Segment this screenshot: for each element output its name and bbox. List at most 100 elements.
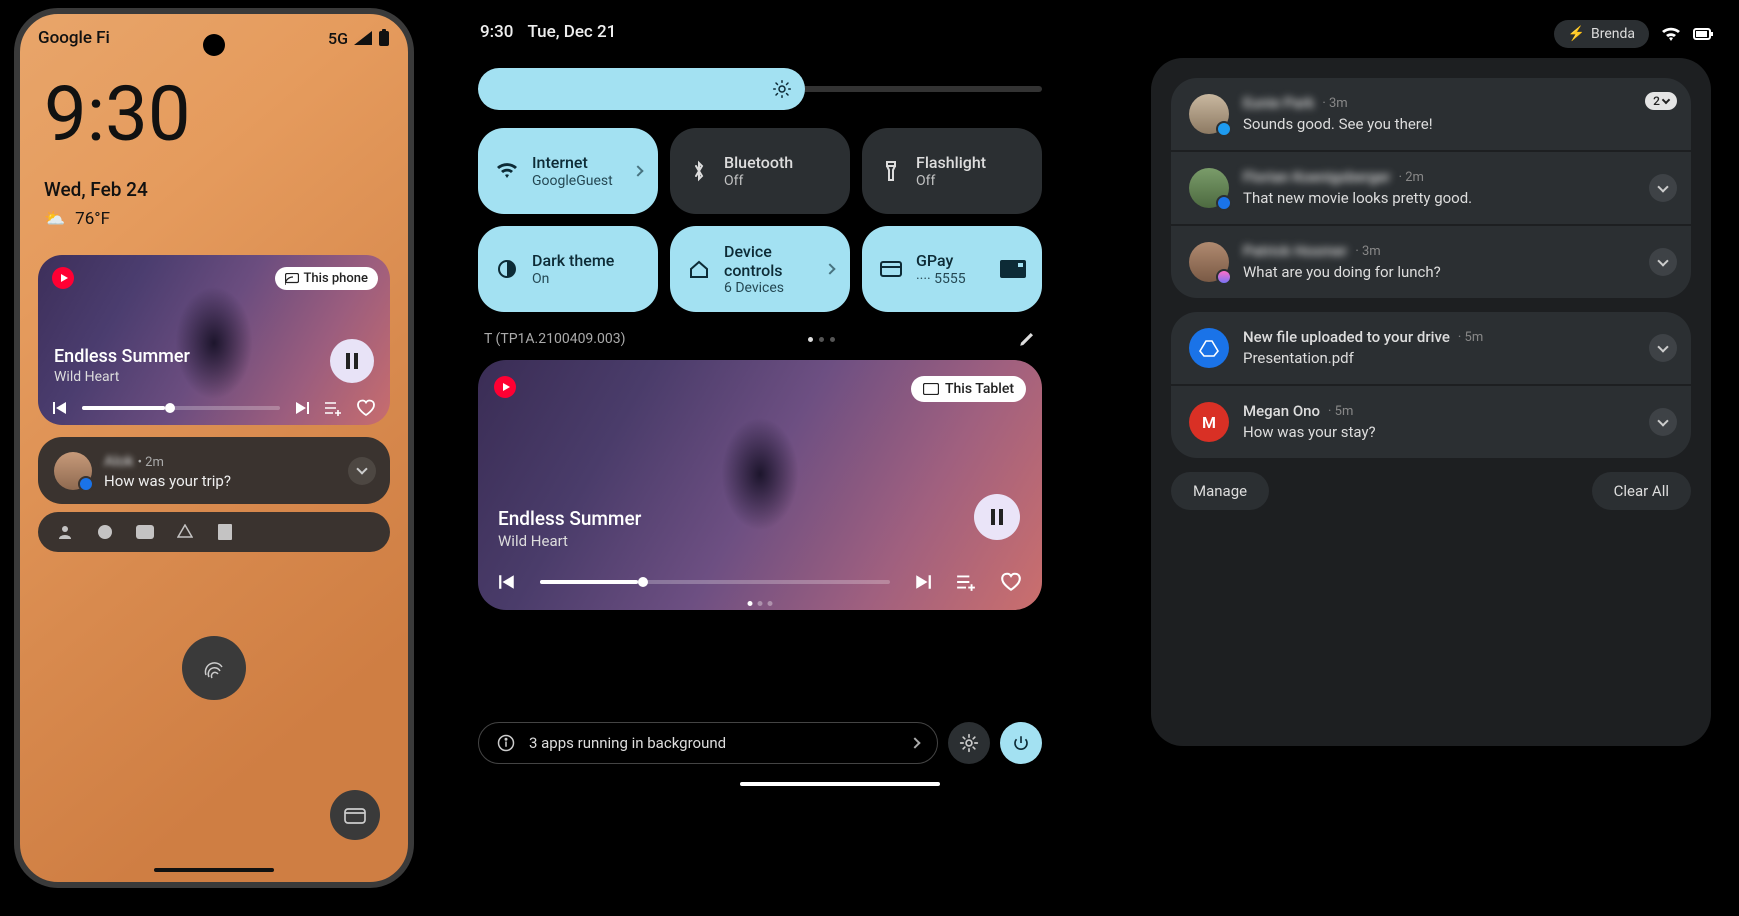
notes-icon	[216, 523, 234, 541]
qs-tile-internet[interactable]: InternetGoogleGuest	[478, 128, 658, 214]
app-badge-icon	[1216, 121, 1232, 137]
pause-button[interactable]	[974, 494, 1020, 540]
queue-add-icon[interactable]	[956, 573, 976, 591]
tile-label: Device controls	[724, 242, 832, 280]
notification-panel: Eunie Park· 3mSounds good. See you there…	[1151, 58, 1711, 746]
expand-button[interactable]	[1649, 334, 1677, 362]
manage-notifications-button[interactable]: Manage	[1171, 472, 1269, 510]
notification-item[interactable]: MMegan Ono· 5mHow was your stay?	[1171, 386, 1691, 458]
power-button[interactable]	[1000, 722, 1042, 764]
notification-time: · 3m	[1355, 244, 1380, 259]
notification-time: · 5m	[1328, 404, 1353, 419]
background-apps-pill[interactable]: 3 apps running in background	[478, 722, 938, 764]
info-icon	[497, 734, 515, 752]
pause-button[interactable]	[330, 339, 374, 383]
punch-hole-camera	[203, 34, 225, 56]
notification-count-pill[interactable]: 2	[1645, 92, 1677, 110]
tile-sublabel: 6 Devices	[724, 280, 832, 296]
home-indicator-tablet[interactable]	[740, 782, 940, 786]
media-title: Endless Summer	[54, 346, 190, 367]
album-art-silhouette	[705, 410, 815, 570]
media-progress-slider[interactable]	[82, 406, 280, 410]
fingerprint-icon	[199, 653, 229, 683]
expand-button[interactable]	[348, 457, 376, 485]
tablet-clock: 9:30	[480, 22, 513, 42]
notification-sender: Florian Koenigsberger	[1243, 168, 1391, 186]
background-apps-label: 3 apps running in background	[529, 734, 726, 752]
gear-icon	[959, 733, 979, 753]
wifi-icon	[1661, 26, 1681, 42]
messages-badge-icon	[78, 476, 94, 492]
notification-message: What are you doing for lunch?	[1243, 263, 1673, 281]
drive-icon	[1189, 328, 1229, 368]
notification-title: New file uploaded to your drive	[1243, 328, 1450, 346]
media-progress-slider[interactable]	[540, 580, 890, 584]
user-name-label: Brenda	[1591, 26, 1635, 42]
card-graphic-icon	[1000, 260, 1026, 278]
wallet-icon	[344, 806, 366, 824]
notification-time: · 5m	[1458, 330, 1483, 345]
lock-clock: 9:30	[20, 48, 408, 152]
phone-notification[interactable]: Alok • 2m How was your trip?	[38, 437, 390, 504]
carrier-label: Google Fi	[38, 28, 110, 48]
signal-icon	[354, 31, 372, 45]
fingerprint-button[interactable]	[182, 636, 246, 700]
user-account-pill[interactable]: ⚡ Brenda	[1554, 20, 1649, 48]
lock-date: Wed, Feb 24	[20, 152, 408, 201]
heart-icon[interactable]	[1000, 572, 1022, 592]
next-track-icon[interactable]	[914, 573, 932, 591]
lock-weather: ⛅ 76°F	[20, 201, 408, 229]
home-icon	[688, 258, 710, 280]
media-card-phone[interactable]: This phone Endless Summer Wild Heart	[38, 255, 390, 425]
clear-all-button[interactable]: Clear All	[1592, 472, 1691, 510]
qs-tile-device-controls[interactable]: Device controls6 Devices	[670, 226, 850, 312]
notification-item[interactable]: New file uploaded to your drive· 5mPrese…	[1171, 312, 1691, 386]
network-label: 5G	[328, 29, 348, 48]
notification-message: How was your trip?	[104, 472, 231, 490]
app-badge-icon	[1216, 195, 1232, 211]
app-badge-icon	[1216, 269, 1232, 285]
notification-avatar	[1189, 94, 1229, 134]
media-card-tablet[interactable]: This Tablet Endless Summer Wild Heart	[478, 360, 1042, 610]
notification-item[interactable]: Eunie Park· 3mSounds good. See you there…	[1171, 78, 1691, 152]
wallet-button[interactable]	[330, 790, 380, 840]
tile-sublabel: ···· 5555	[916, 271, 966, 287]
cast-output-pill[interactable]: This phone	[275, 267, 379, 290]
notification-icons-row	[38, 512, 390, 552]
notification-item[interactable]: Patrick Hosmer· 3mWhat are you doing for…	[1171, 226, 1691, 298]
media-title: Endless Summer	[498, 507, 641, 530]
cast-output-label: This Tablet	[945, 381, 1014, 397]
home-indicator[interactable]	[154, 868, 274, 872]
heart-icon[interactable]	[356, 399, 376, 417]
bluetooth-icon	[688, 160, 710, 182]
qs-tile-bluetooth[interactable]: BluetoothOff	[670, 128, 850, 214]
cast-output-label: This phone	[304, 271, 369, 286]
notification-item[interactable]: Florian Koenigsberger · 2m That new movie …	[1171, 152, 1691, 226]
settings-button[interactable]	[948, 722, 990, 764]
brightness-slider[interactable]	[478, 86, 1042, 92]
youtube-music-icon	[52, 267, 74, 289]
tile-label: Internet	[532, 153, 613, 172]
next-track-icon[interactable]	[294, 400, 310, 416]
expand-button[interactable]	[1649, 248, 1677, 276]
notification-title: Megan Ono	[1243, 402, 1320, 420]
expand-button[interactable]	[1649, 408, 1677, 436]
previous-track-icon[interactable]	[52, 400, 68, 416]
youtube-music-icon	[494, 376, 516, 398]
qs-tile-flashlight[interactable]: FlashlightOff	[862, 128, 1042, 214]
notification-time: · 2m	[1399, 170, 1424, 185]
gmail-icon: M	[1189, 402, 1229, 442]
expand-button[interactable]	[1649, 174, 1677, 202]
previous-track-icon[interactable]	[498, 573, 516, 591]
qs-tile-gpay[interactable]: GPay···· 5555	[862, 226, 1042, 312]
notification-message: That new movie looks pretty good.	[1243, 189, 1673, 207]
flashlight-icon	[880, 160, 902, 182]
tile-label: GPay	[916, 251, 966, 270]
qs-tile-dark-theme[interactable]: Dark themeOn	[478, 226, 658, 312]
darktheme-icon	[496, 258, 518, 280]
tablet-date: Tue, Dec 21	[527, 22, 616, 42]
queue-add-icon[interactable]	[324, 400, 342, 416]
edit-tiles-button[interactable]	[1018, 330, 1036, 348]
cast-output-pill[interactable]: This Tablet	[911, 376, 1026, 402]
facebook-icon	[96, 523, 114, 541]
